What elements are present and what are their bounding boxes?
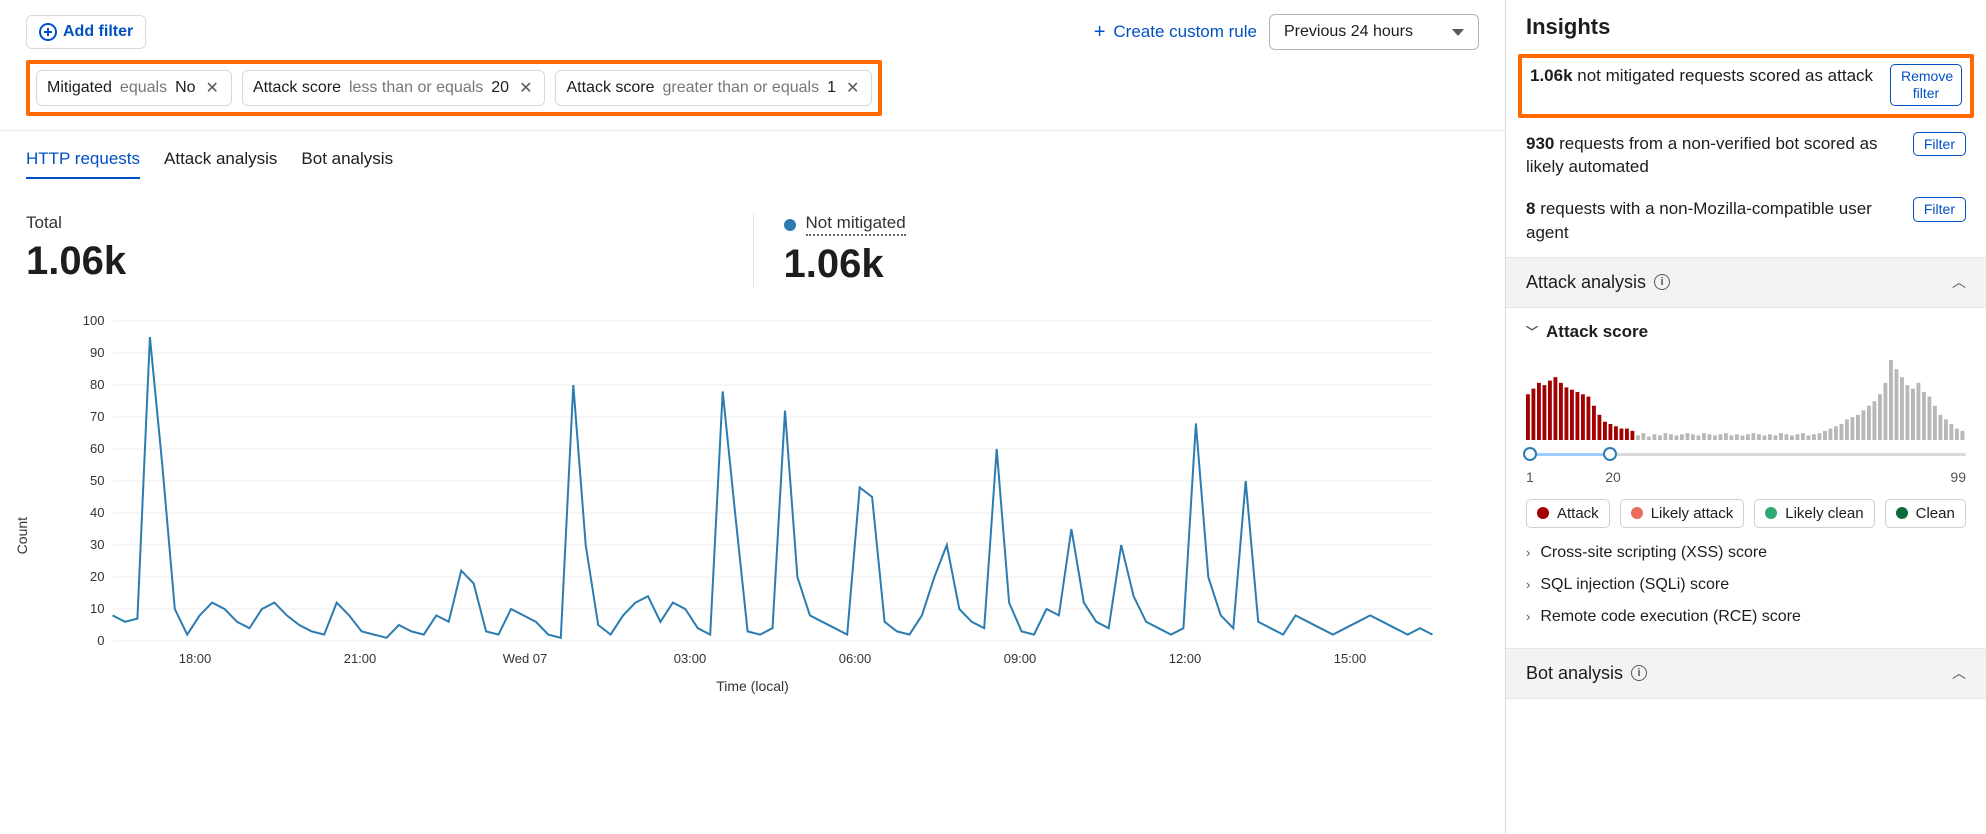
close-icon[interactable]: ✕	[844, 78, 861, 98]
legend-chip-attack[interactable]: Attack	[1526, 499, 1610, 528]
http-requests-chart[interactable]: 0 10 20 30 40 50 60 70 80 90 100 18:00 21:00 Wed 07 03…	[26, 311, 1479, 671]
chevron-right-icon: ›	[1526, 545, 1530, 560]
filter-value: 20	[491, 79, 509, 97]
filter-button[interactable]: Filter	[1913, 197, 1966, 222]
filter-button[interactable]: Filter	[1913, 132, 1966, 157]
attack-score-toggle[interactable]: ﹀ Attack score	[1526, 322, 1966, 342]
svg-text:Wed 07: Wed 07	[503, 651, 548, 666]
chevron-down-icon	[1452, 29, 1464, 36]
remove-filter-button[interactable]: Remove filter	[1890, 64, 1962, 106]
attack-analysis-collapsible[interactable]: Attack analysis i ︿	[1506, 257, 1986, 308]
filter-chip[interactable]: Attack score greater than or equals 1 ✕	[555, 70, 872, 106]
filter-value: 1	[827, 79, 836, 97]
svg-text:06:00: 06:00	[839, 651, 872, 666]
total-value: 1.06k	[26, 239, 753, 284]
range-thumb-max[interactable]	[1603, 447, 1617, 461]
svg-text:0: 0	[97, 633, 104, 648]
filter-field: Attack score	[566, 79, 654, 97]
range-mid-label: 20	[1605, 469, 1621, 485]
svg-text:03:00: 03:00	[674, 651, 707, 666]
insight-text: 8 requests with a non-Mozilla-compatible…	[1526, 197, 1903, 245]
insight-row: 930 requests from a non-verified bot sco…	[1506, 126, 1986, 192]
insights-title: Insights	[1506, 0, 1986, 54]
filter-operator: less than or equals	[349, 79, 483, 97]
svg-text:20: 20	[90, 569, 104, 584]
tab-http-requests[interactable]: HTTP requests	[26, 149, 140, 179]
info-icon: i	[1654, 274, 1670, 290]
sub-score-item[interactable]: ›Cross-site scripting (XSS) score	[1526, 544, 1966, 562]
attack-score-label: Attack score	[1546, 322, 1648, 342]
total-label: Total	[26, 213, 753, 233]
plus-circle-icon	[39, 23, 57, 41]
dot-icon	[1896, 507, 1908, 519]
svg-text:50: 50	[90, 473, 104, 488]
chevron-up-icon: ︿	[1952, 663, 1966, 683]
dot-icon	[784, 219, 796, 231]
create-rule-label: Create custom rule	[1113, 22, 1257, 42]
range-thumb-min[interactable]	[1523, 447, 1537, 461]
attack-score-range-slider[interactable]	[1526, 447, 1966, 463]
dot-icon	[1537, 507, 1549, 519]
svg-text:10: 10	[90, 601, 104, 616]
svg-text:15:00: 15:00	[1334, 651, 1367, 666]
filter-operator: equals	[120, 79, 167, 97]
add-filter-button[interactable]: Add filter	[26, 15, 146, 49]
close-icon[interactable]: ✕	[204, 78, 221, 98]
filter-chip[interactable]: Attack score less than or equals 20 ✕	[242, 70, 546, 106]
svg-text:90: 90	[90, 345, 104, 360]
range-max-label: 99	[1950, 469, 1966, 485]
not-mitigated-value: 1.06k	[784, 242, 1480, 287]
svg-text:09:00: 09:00	[1004, 651, 1037, 666]
insight-row: 1.06k not mitigated requests scored as a…	[1518, 54, 1974, 118]
tab-bot-analysis[interactable]: Bot analysis	[301, 149, 393, 179]
chevron-down-icon: ﹀	[1526, 323, 1538, 340]
insight-text: 930 requests from a non-verified bot sco…	[1526, 132, 1903, 180]
bot-analysis-label: Bot analysis	[1526, 663, 1623, 684]
legend-chip-clean[interactable]: Clean	[1885, 499, 1966, 528]
filter-chips-highlighted: Mitigated equals No ✕Attack score less t…	[26, 60, 882, 116]
plus-icon: +	[1094, 22, 1106, 42]
bot-analysis-collapsible[interactable]: Bot analysis i ︿	[1506, 648, 1986, 699]
filter-chip[interactable]: Mitigated equals No ✕	[36, 70, 232, 106]
chart-ylabel: Count	[14, 516, 30, 553]
filter-operator: greater than or equals	[663, 79, 820, 97]
timerange-label: Previous 24 hours	[1284, 23, 1413, 41]
insight-row: 8 requests with a non-Mozilla-compatible…	[1506, 191, 1986, 257]
create-custom-rule-link[interactable]: + Create custom rule	[1094, 22, 1257, 42]
close-icon[interactable]: ✕	[517, 78, 534, 98]
attack-analysis-label: Attack analysis	[1526, 272, 1646, 293]
svg-text:18:00: 18:00	[179, 651, 212, 666]
legend-chip-likely-attack[interactable]: Likely attack	[1620, 499, 1745, 528]
filter-value: No	[175, 79, 195, 97]
legend-chip-likely-clean[interactable]: Likely clean	[1754, 499, 1874, 528]
chevron-right-icon: ›	[1526, 609, 1530, 624]
svg-text:70: 70	[90, 409, 104, 424]
sub-score-item[interactable]: ›Remote code execution (RCE) score	[1526, 608, 1966, 626]
add-filter-label: Add filter	[63, 23, 133, 41]
chevron-up-icon: ︿	[1952, 272, 1966, 292]
timerange-select[interactable]: Previous 24 hours	[1269, 14, 1479, 50]
insight-text: 1.06k not mitigated requests scored as a…	[1530, 64, 1880, 88]
dot-icon	[1631, 507, 1643, 519]
svg-text:100: 100	[83, 313, 105, 328]
svg-text:21:00: 21:00	[344, 651, 377, 666]
sub-score-item[interactable]: ›SQL injection (SQLi) score	[1526, 576, 1966, 594]
tab-attack-analysis[interactable]: Attack analysis	[164, 149, 277, 179]
dot-icon	[1765, 507, 1777, 519]
svg-text:30: 30	[90, 537, 104, 552]
attack-score-histogram	[1526, 360, 1966, 440]
svg-text:80: 80	[90, 377, 104, 392]
filter-field: Mitigated	[47, 79, 112, 97]
svg-text:12:00: 12:00	[1169, 651, 1202, 666]
range-min-label: 1	[1526, 469, 1534, 485]
not-mitigated-label[interactable]: Not mitigated	[806, 213, 906, 236]
chevron-right-icon: ›	[1526, 577, 1530, 592]
chart-xlabel: Time (local)	[26, 678, 1479, 694]
svg-text:40: 40	[90, 505, 104, 520]
info-icon: i	[1631, 665, 1647, 681]
svg-text:60: 60	[90, 441, 104, 456]
filter-field: Attack score	[253, 79, 341, 97]
